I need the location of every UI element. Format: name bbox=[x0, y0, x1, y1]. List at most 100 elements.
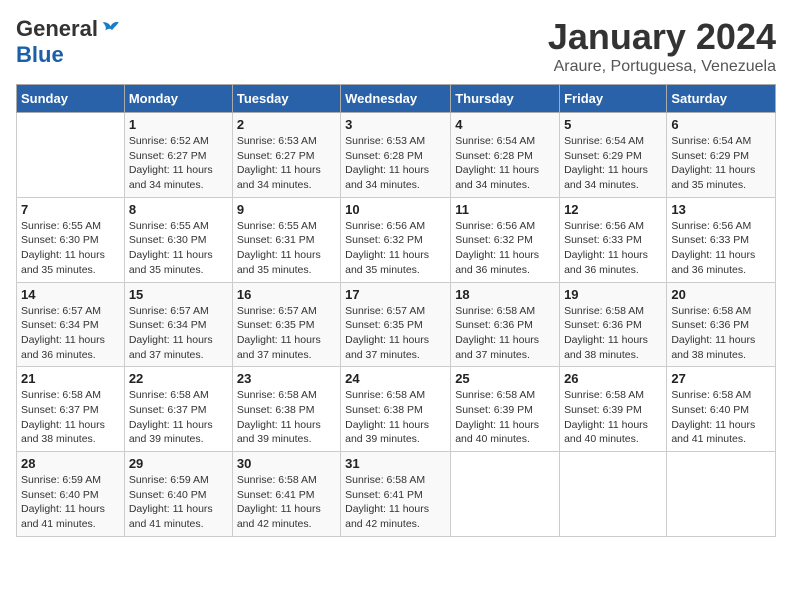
logo-general: General bbox=[16, 16, 98, 42]
calendar-cell: 10 Sunrise: 6:56 AM Sunset: 6:32 PM Dayli… bbox=[341, 197, 451, 282]
calendar-cell: 24Sunrise: 6:58 AM Sunset: 6:38 PM Dayli… bbox=[341, 367, 451, 452]
logo-blue: Blue bbox=[16, 42, 64, 67]
day-info: Sunrise: 6:58 AM Sunset: 6:38 PM Dayligh… bbox=[237, 388, 336, 447]
calendar-header-row: SundayMondayTuesdayWednesdayThursdayFrid… bbox=[17, 85, 776, 113]
day-info: Sunrise: 6:55 AM Sunset: 6:31 PM Dayligh… bbox=[237, 219, 336, 278]
header-sunday: Sunday bbox=[17, 85, 125, 113]
logo: General Blue bbox=[16, 16, 120, 68]
day-number: 11 bbox=[455, 202, 555, 217]
day-info: Sunrise: 6:52 AM Sunset: 6:27 PM Dayligh… bbox=[129, 134, 228, 193]
calendar-cell bbox=[451, 452, 560, 537]
calendar-cell: 27 Sunrise: 6:58 AM Sunset: 6:40 PM Dayli… bbox=[667, 367, 776, 452]
calendar-cell: 5Sunrise: 6:54 AM Sunset: 6:29 PM Daylig… bbox=[560, 113, 667, 198]
calendar-table: SundayMondayTuesdayWednesdayThursdayFrid… bbox=[16, 84, 776, 537]
day-info: Sunrise: 6:56 AM Sunset: 6:33 PM Dayligh… bbox=[564, 219, 662, 278]
day-number: 7 bbox=[21, 202, 120, 217]
calendar-cell: 18Sunrise: 6:58 AM Sunset: 6:36 PM Dayli… bbox=[451, 282, 560, 367]
day-info: Sunrise: 6:54 AM Sunset: 6:29 PM Dayligh… bbox=[671, 134, 771, 193]
day-number: 8 bbox=[129, 202, 228, 217]
day-number: 15 bbox=[129, 287, 228, 302]
title-section: January 2024 Araure, Portuguesa, Venezue… bbox=[548, 16, 776, 76]
day-number: 12 bbox=[564, 202, 662, 217]
day-number: 20 bbox=[671, 287, 771, 302]
day-number: 14 bbox=[21, 287, 120, 302]
day-info: Sunrise: 6:58 AM Sunset: 6:37 PM Dayligh… bbox=[129, 388, 228, 447]
calendar-cell: 7 Sunrise: 6:55 AM Sunset: 6:30 PM Daylig… bbox=[17, 197, 125, 282]
day-info: Sunrise: 6:56 AM Sunset: 6:33 PM Dayligh… bbox=[671, 219, 771, 278]
day-info: Sunrise: 6:56 AM Sunset: 6:32 PM Dayligh… bbox=[455, 219, 555, 278]
day-info: Sunrise: 6:59 AM Sunset: 6:40 PM Dayligh… bbox=[129, 473, 228, 532]
calendar-cell: 13 Sunrise: 6:56 AM Sunset: 6:33 PM Dayli… bbox=[667, 197, 776, 282]
calendar-cell: 29 Sunrise: 6:59 AM Sunset: 6:40 PM Dayli… bbox=[124, 452, 232, 537]
day-number: 10 bbox=[345, 202, 446, 217]
day-info: Sunrise: 6:53 AM Sunset: 6:27 PM Dayligh… bbox=[237, 134, 336, 193]
day-number: 30 bbox=[237, 456, 336, 471]
day-info: Sunrise: 6:54 AM Sunset: 6:29 PM Dayligh… bbox=[564, 134, 662, 193]
calendar-cell: 1 Sunrise: 6:52 AM Sunset: 6:27 PM Daylig… bbox=[124, 113, 232, 198]
day-info: Sunrise: 6:58 AM Sunset: 6:39 PM Dayligh… bbox=[455, 388, 555, 447]
day-info: Sunrise: 6:58 AM Sunset: 6:36 PM Dayligh… bbox=[564, 304, 662, 363]
calendar-cell: 16 Sunrise: 6:57 AM Sunset: 6:35 PM Dayli… bbox=[232, 282, 340, 367]
calendar-cell: 6 Sunrise: 6:54 AM Sunset: 6:29 PM Daylig… bbox=[667, 113, 776, 198]
day-number: 23 bbox=[237, 371, 336, 386]
calendar-week-row: 14 Sunrise: 6:57 AM Sunset: 6:34 PM Dayli… bbox=[17, 282, 776, 367]
calendar-cell bbox=[17, 113, 125, 198]
calendar-cell bbox=[560, 452, 667, 537]
day-number: 29 bbox=[129, 456, 228, 471]
day-number: 28 bbox=[21, 456, 120, 471]
day-info: Sunrise: 6:57 AM Sunset: 6:34 PM Dayligh… bbox=[21, 304, 120, 363]
day-number: 21 bbox=[21, 371, 120, 386]
day-info: Sunrise: 6:58 AM Sunset: 6:36 PM Dayligh… bbox=[671, 304, 771, 363]
logo-bird-icon bbox=[100, 19, 120, 39]
day-info: Sunrise: 6:57 AM Sunset: 6:35 PM Dayligh… bbox=[345, 304, 446, 363]
day-number: 27 bbox=[671, 371, 771, 386]
calendar-cell: 14 Sunrise: 6:57 AM Sunset: 6:34 PM Dayli… bbox=[17, 282, 125, 367]
day-info: Sunrise: 6:55 AM Sunset: 6:30 PM Dayligh… bbox=[21, 219, 120, 278]
day-number: 13 bbox=[671, 202, 771, 217]
calendar-cell: 22 Sunrise: 6:58 AM Sunset: 6:37 PM Dayli… bbox=[124, 367, 232, 452]
calendar-cell: 25 Sunrise: 6:58 AM Sunset: 6:39 PM Dayli… bbox=[451, 367, 560, 452]
day-number: 24 bbox=[345, 371, 446, 386]
header-monday: Monday bbox=[124, 85, 232, 113]
day-info: Sunrise: 6:58 AM Sunset: 6:40 PM Dayligh… bbox=[671, 388, 771, 447]
calendar-week-row: 28 Sunrise: 6:59 AM Sunset: 6:40 PM Dayli… bbox=[17, 452, 776, 537]
day-number: 18 bbox=[455, 287, 555, 302]
calendar-cell: 31Sunrise: 6:58 AM Sunset: 6:41 PM Dayli… bbox=[341, 452, 451, 537]
header-tuesday: Tuesday bbox=[232, 85, 340, 113]
day-number: 6 bbox=[671, 117, 771, 132]
calendar-week-row: 7 Sunrise: 6:55 AM Sunset: 6:30 PM Daylig… bbox=[17, 197, 776, 282]
calendar-week-row: 21 Sunrise: 6:58 AM Sunset: 6:37 PM Dayli… bbox=[17, 367, 776, 452]
day-number: 9 bbox=[237, 202, 336, 217]
header-friday: Friday bbox=[560, 85, 667, 113]
day-info: Sunrise: 6:56 AM Sunset: 6:32 PM Dayligh… bbox=[345, 219, 446, 278]
day-number: 19 bbox=[564, 287, 662, 302]
day-number: 22 bbox=[129, 371, 228, 386]
calendar-cell: 19 Sunrise: 6:58 AM Sunset: 6:36 PM Dayli… bbox=[560, 282, 667, 367]
day-info: Sunrise: 6:58 AM Sunset: 6:41 PM Dayligh… bbox=[237, 473, 336, 532]
day-number: 4 bbox=[455, 117, 555, 132]
calendar-subtitle: Araure, Portuguesa, Venezuela bbox=[548, 58, 776, 76]
header-thursday: Thursday bbox=[451, 85, 560, 113]
header-saturday: Saturday bbox=[667, 85, 776, 113]
day-number: 17 bbox=[345, 287, 446, 302]
calendar-cell: 26Sunrise: 6:58 AM Sunset: 6:39 PM Dayli… bbox=[560, 367, 667, 452]
day-info: Sunrise: 6:55 AM Sunset: 6:30 PM Dayligh… bbox=[129, 219, 228, 278]
calendar-title: January 2024 bbox=[548, 16, 776, 58]
day-info: Sunrise: 6:57 AM Sunset: 6:34 PM Dayligh… bbox=[129, 304, 228, 363]
calendar-cell: 2 Sunrise: 6:53 AM Sunset: 6:27 PM Daylig… bbox=[232, 113, 340, 198]
page-header: General Blue January 2024 Araure, Portug… bbox=[16, 16, 776, 76]
calendar-cell: 20 Sunrise: 6:58 AM Sunset: 6:36 PM Dayli… bbox=[667, 282, 776, 367]
day-info: Sunrise: 6:54 AM Sunset: 6:28 PM Dayligh… bbox=[455, 134, 555, 193]
calendar-cell: 8 Sunrise: 6:55 AM Sunset: 6:30 PM Daylig… bbox=[124, 197, 232, 282]
calendar-cell: 12 Sunrise: 6:56 AM Sunset: 6:33 PM Dayli… bbox=[560, 197, 667, 282]
day-number: 16 bbox=[237, 287, 336, 302]
calendar-cell: 28Sunrise: 6:59 AM Sunset: 6:40 PM Dayli… bbox=[17, 452, 125, 537]
day-number: 1 bbox=[129, 117, 228, 132]
day-info: Sunrise: 6:57 AM Sunset: 6:35 PM Dayligh… bbox=[237, 304, 336, 363]
header-wednesday: Wednesday bbox=[341, 85, 451, 113]
day-info: Sunrise: 6:58 AM Sunset: 6:41 PM Dayligh… bbox=[345, 473, 446, 532]
day-number: 26 bbox=[564, 371, 662, 386]
day-number: 25 bbox=[455, 371, 555, 386]
calendar-cell: 9 Sunrise: 6:55 AM Sunset: 6:31 PM Daylig… bbox=[232, 197, 340, 282]
day-number: 2 bbox=[237, 117, 336, 132]
